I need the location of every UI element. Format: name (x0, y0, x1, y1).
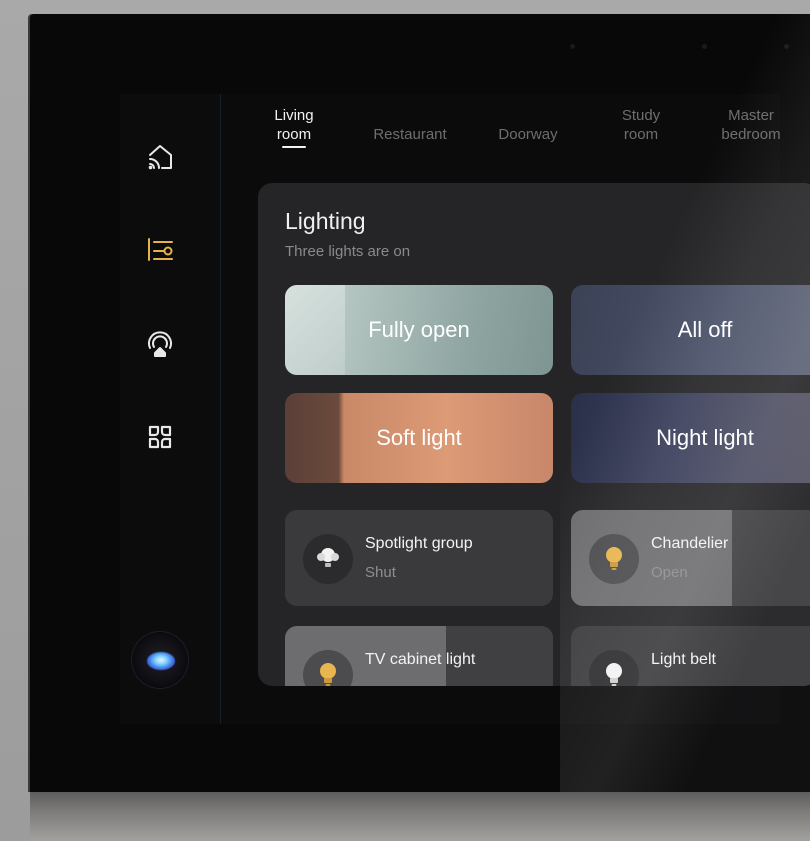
spotlight-bulb-icon (303, 534, 353, 584)
scene-label: Night light (656, 425, 754, 450)
device-card-light-belt[interactable]: Light belt (571, 626, 810, 686)
scene-soft-light-button[interactable]: Soft light (285, 393, 553, 483)
bulb-icon (303, 650, 353, 686)
bulb-icon (589, 650, 639, 686)
device-card-chandelier[interactable]: Chandelier Open (571, 510, 810, 606)
sensor-dot (784, 44, 789, 49)
room-tabs: Living room Restaurant Doorway Study roo… (238, 106, 810, 154)
device-card-tv-cabinet-light[interactable]: TV cabinet light (285, 626, 553, 686)
device-bezel-bottom (30, 790, 810, 841)
tab-label: room (623, 126, 659, 143)
scene-night-light-button[interactable]: Night light (571, 393, 810, 483)
device-state: Shut (365, 564, 396, 581)
tab-label: bedroom (721, 126, 781, 143)
sensor-dot (702, 44, 707, 49)
smart-home-icon[interactable] (143, 326, 177, 360)
home-cast-icon[interactable] (143, 140, 177, 174)
tab-label: Study (621, 107, 661, 124)
tab-label: Living (274, 107, 314, 124)
device-name: Chandelier (651, 535, 729, 552)
active-tab-indicator (282, 146, 306, 148)
scene-fully-open-button[interactable]: Fully open (285, 285, 553, 375)
device-card-spotlight-group[interactable]: Spotlight group Shut (285, 510, 553, 606)
tab-living-room[interactable]: Living room (268, 106, 320, 144)
sensor-dot (570, 44, 575, 49)
sliders-icon[interactable] (143, 232, 177, 266)
scene-label: Fully open (368, 317, 470, 342)
voice-assistant-orb-icon (147, 652, 175, 670)
tab-label: room (276, 126, 312, 143)
scene-label: All off (677, 317, 733, 342)
tab-master-bedroom[interactable]: Master bedroom (712, 106, 790, 144)
tab-label: Doorway (498, 126, 558, 143)
device-name: Light belt (651, 651, 716, 668)
tab-study-room[interactable]: Study room (614, 106, 668, 144)
scene-label: Soft light (376, 425, 462, 450)
device-state: Open (651, 564, 688, 581)
apps-grid-icon[interactable] (143, 420, 177, 454)
panel-title: Lighting (285, 208, 366, 234)
scene-all-off-button[interactable]: All off (571, 285, 810, 375)
tab-label: Restaurant (373, 126, 447, 143)
tab-label: Master (728, 107, 774, 124)
device-name: Spotlight group (365, 535, 473, 552)
bulb-icon (589, 534, 639, 584)
device-name: TV cabinet light (365, 651, 476, 668)
tab-restaurant[interactable]: Restaurant (364, 125, 456, 144)
voice-assistant-button[interactable] (132, 632, 188, 688)
lighting-panel: Lighting Three lights are on Fully open … (258, 183, 810, 686)
panel-subtitle: Three lights are on (285, 243, 411, 260)
sidebar (120, 94, 221, 724)
tab-doorway[interactable]: Doorway (491, 125, 565, 144)
